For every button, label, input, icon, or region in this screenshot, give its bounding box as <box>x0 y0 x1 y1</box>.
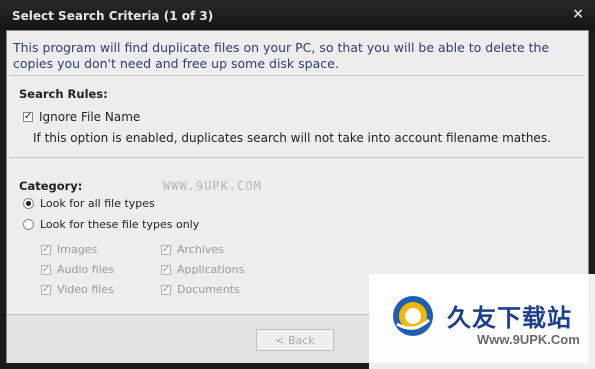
ignore-file-name-description: If this option is enabled, duplicates se… <box>33 131 551 145</box>
site-watermark-overlay: 久友下载站 Www.9UPK.Com <box>369 274 595 369</box>
filetype-applications-checkbox[interactable]: ✓ Applications <box>161 263 244 276</box>
watermark-url: Www.9UPK.Com <box>477 332 580 347</box>
checkmark-icon[interactable]: ✓ <box>161 264 171 275</box>
9upk-logo-icon <box>393 296 433 336</box>
filetype-documents-checkbox[interactable]: ✓ Documents <box>161 283 240 296</box>
radio-these-file-types[interactable]: Look for these file types only <box>23 218 199 231</box>
watermark-text: WWW.9UPK.COM <box>163 179 262 193</box>
filetype-video-checkbox[interactable]: ✓ Video files <box>41 283 114 296</box>
category-label: Category: <box>19 179 83 193</box>
checkmark-icon[interactable]: ✓ <box>41 264 51 275</box>
divider <box>9 157 584 158</box>
radio-button[interactable] <box>23 219 34 230</box>
search-rules-label: Search Rules: <box>19 87 108 101</box>
filetype-audio-checkbox[interactable]: ✓ Audio files <box>41 263 114 276</box>
filetype-audio-label: Audio files <box>57 263 115 276</box>
watermark-brand: 久友下载站 <box>447 304 572 332</box>
radio-button-selected[interactable] <box>23 198 34 209</box>
filetype-video-label: Video files <box>57 283 114 296</box>
filetype-images-checkbox[interactable]: ✓ Images <box>41 243 97 256</box>
title-bar[interactable]: Select Search Criteria (1 of 3) × <box>0 0 595 30</box>
radio-all-file-types-label: Look for all file types <box>40 197 155 210</box>
checkmark-icon[interactable]: ✓ <box>41 244 51 255</box>
filetype-archives-label: Archives <box>177 243 224 256</box>
filetype-images-label: Images <box>57 243 98 256</box>
back-button[interactable]: < Back <box>256 329 334 351</box>
ignore-file-name-checkbox[interactable]: ✓ Ignore File Name <box>23 110 140 124</box>
checkmark-icon[interactable]: ✓ <box>161 244 171 255</box>
radio-all-file-types[interactable]: Look for all file types <box>23 197 155 210</box>
radio-these-file-types-label: Look for these file types only <box>40 218 200 231</box>
window-title: Select Search Criteria (1 of 3) <box>12 9 214 23</box>
close-icon[interactable]: × <box>572 6 584 22</box>
filetype-archives-checkbox[interactable]: ✓ Archives <box>161 243 224 256</box>
checkmark-icon[interactable]: ✓ <box>23 112 33 122</box>
ignore-file-name-label: Ignore File Name <box>39 110 141 124</box>
filetype-documents-label: Documents <box>177 283 240 296</box>
intro-text: This program will find duplicate files o… <box>13 40 550 71</box>
dialog-window: Select Search Criteria (1 of 3) × This p… <box>0 0 595 369</box>
filetype-applications-label: Applications <box>177 263 245 276</box>
checkmark-icon[interactable]: ✓ <box>161 284 171 295</box>
divider <box>9 75 584 76</box>
checkmark-icon[interactable]: ✓ <box>41 284 51 295</box>
